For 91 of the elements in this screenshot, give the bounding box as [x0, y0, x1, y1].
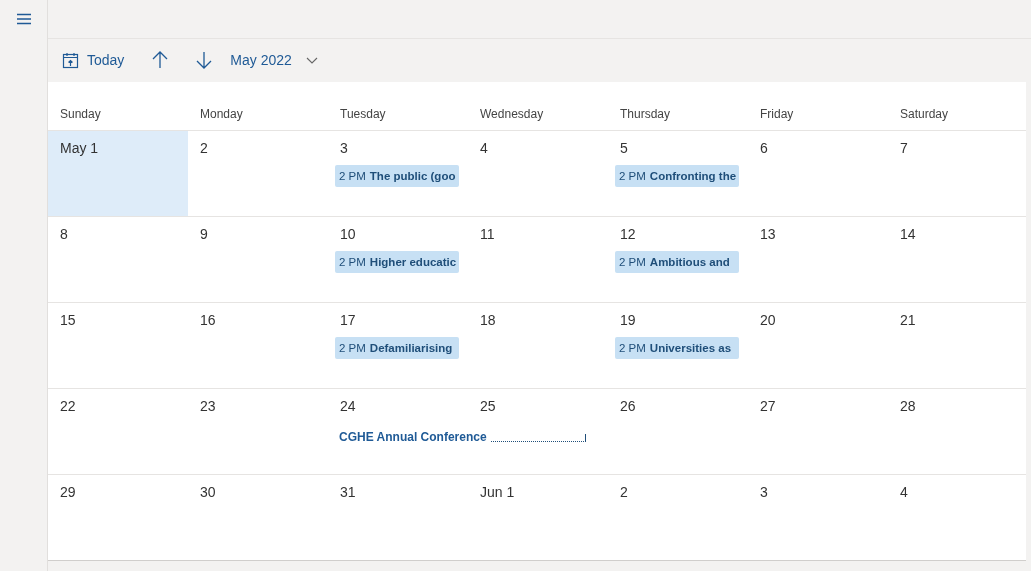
day-cell[interactable]: 19 2 PM Universities as: [608, 303, 748, 388]
day-cell[interactable]: 31: [328, 475, 468, 560]
event-chip[interactable]: 2 PM Confronting the: [615, 165, 739, 187]
day-number: 21: [900, 312, 916, 328]
day-number: Jun 1: [480, 484, 515, 500]
day-cell[interactable]: 10 2 PM Higher educatic: [328, 217, 468, 302]
day-cell[interactable]: 15: [48, 303, 188, 388]
today-button[interactable]: Today: [56, 47, 131, 73]
day-number: 8: [60, 226, 68, 242]
chevron-down-icon: [305, 56, 318, 64]
day-cell[interactable]: 8: [48, 217, 188, 302]
day-number: 15: [60, 312, 76, 328]
day-cell[interactable]: 20: [748, 303, 888, 388]
day-cell[interactable]: 2: [188, 131, 328, 216]
day-number: 23: [200, 398, 216, 414]
day-number: 30: [200, 484, 216, 500]
weekday-header: Wednesday: [479, 106, 545, 123]
day-cell[interactable]: 25: [468, 389, 608, 425]
day-number: 3: [340, 140, 348, 156]
month-picker[interactable]: May 2022: [224, 48, 324, 73]
day-cell[interactable]: 3 2 PM The public (goo: [328, 131, 468, 216]
arrow-down-icon: [196, 51, 213, 70]
day-number: 24: [340, 398, 356, 414]
event-chip[interactable]: 2 PM Universities as: [615, 337, 739, 359]
event-chip[interactable]: 2 PM Higher educatic: [335, 251, 459, 273]
day-cell[interactable]: 16: [188, 303, 328, 388]
arrow-up-icon: [152, 51, 169, 70]
day-number: 14: [900, 226, 916, 242]
day-number: 28: [900, 398, 916, 414]
menu-icon: [15, 13, 32, 25]
day-number: 4: [480, 140, 488, 156]
day-number: 12: [620, 226, 636, 242]
day-cell[interactable]: 26: [608, 389, 748, 474]
day-number: May 1: [60, 140, 99, 156]
day-cell[interactable]: 17 2 PM Defamiliarising: [328, 303, 468, 388]
day-cell[interactable]: Jun 1: [468, 475, 608, 560]
day-number: 29: [60, 484, 76, 500]
day-cell[interactable]: May 1: [48, 131, 188, 216]
weekday-header: Thursday: [619, 106, 672, 123]
day-cell[interactable]: 13: [748, 217, 888, 302]
day-number: 25: [480, 398, 496, 414]
day-number: 2: [620, 484, 628, 500]
day-cell[interactable]: 3: [748, 475, 888, 560]
calendar-icon: [62, 51, 79, 69]
day-cell[interactable]: 29: [48, 475, 188, 560]
day-cell[interactable]: 22: [48, 389, 188, 474]
day-cell[interactable]: 27: [748, 389, 888, 474]
day-cell[interactable]: 18: [468, 303, 608, 388]
weekday-header: Friday: [759, 106, 795, 123]
day-cell[interactable]: 23: [188, 389, 328, 474]
weekday-header: Saturday: [899, 106, 950, 123]
day-number: 19: [620, 312, 636, 328]
day-cell[interactable]: 9: [188, 217, 328, 302]
weekday-header: Sunday: [59, 106, 102, 123]
day-number: 22: [60, 398, 76, 414]
day-number: 13: [760, 226, 776, 242]
day-number: 5: [620, 140, 628, 156]
day-cell[interactable]: 14: [888, 217, 1028, 302]
event-chip[interactable]: 2 PM Defamiliarising: [335, 337, 459, 359]
day-number: 10: [340, 226, 356, 242]
day-cell[interactable]: 4: [888, 475, 1028, 560]
day-cell[interactable]: 30: [188, 475, 328, 560]
day-number: 6: [760, 140, 768, 156]
day-number: 2: [200, 140, 208, 156]
multi-day-event[interactable]: CGHE Annual Conference: [339, 429, 586, 445]
day-number: 27: [760, 398, 776, 414]
day-cell[interactable]: 7: [888, 131, 1028, 216]
event-chip[interactable]: 2 PM Ambitious and: [615, 251, 739, 273]
day-cell[interactable]: 2: [608, 475, 748, 560]
day-number: 31: [340, 484, 356, 500]
day-cell[interactable]: 28: [888, 389, 1028, 474]
day-cell[interactable]: 4: [468, 131, 608, 216]
day-number: 4: [900, 484, 908, 500]
day-number: 11: [480, 226, 495, 242]
day-cell[interactable]: 21: [888, 303, 1028, 388]
day-number: 16: [200, 312, 216, 328]
day-number: 26: [620, 398, 636, 414]
day-number: 3: [760, 484, 768, 500]
day-cell[interactable]: 12 2 PM Ambitious and: [608, 217, 748, 302]
day-number: 17: [340, 312, 356, 328]
day-number: 9: [200, 226, 208, 242]
day-number: 7: [900, 140, 908, 156]
weekday-header: Monday: [199, 106, 244, 123]
event-chip[interactable]: 2 PM The public (goo: [335, 165, 459, 187]
day-cell[interactable]: 11: [468, 217, 608, 302]
day-cell[interactable]: 6: [748, 131, 888, 216]
weekday-header: Tuesday: [339, 106, 387, 123]
day-cell[interactable]: 24: [328, 389, 468, 425]
day-cell[interactable]: 5 2 PM Confronting the: [608, 131, 748, 216]
day-number: 18: [480, 312, 496, 328]
day-number: 20: [760, 312, 776, 328]
